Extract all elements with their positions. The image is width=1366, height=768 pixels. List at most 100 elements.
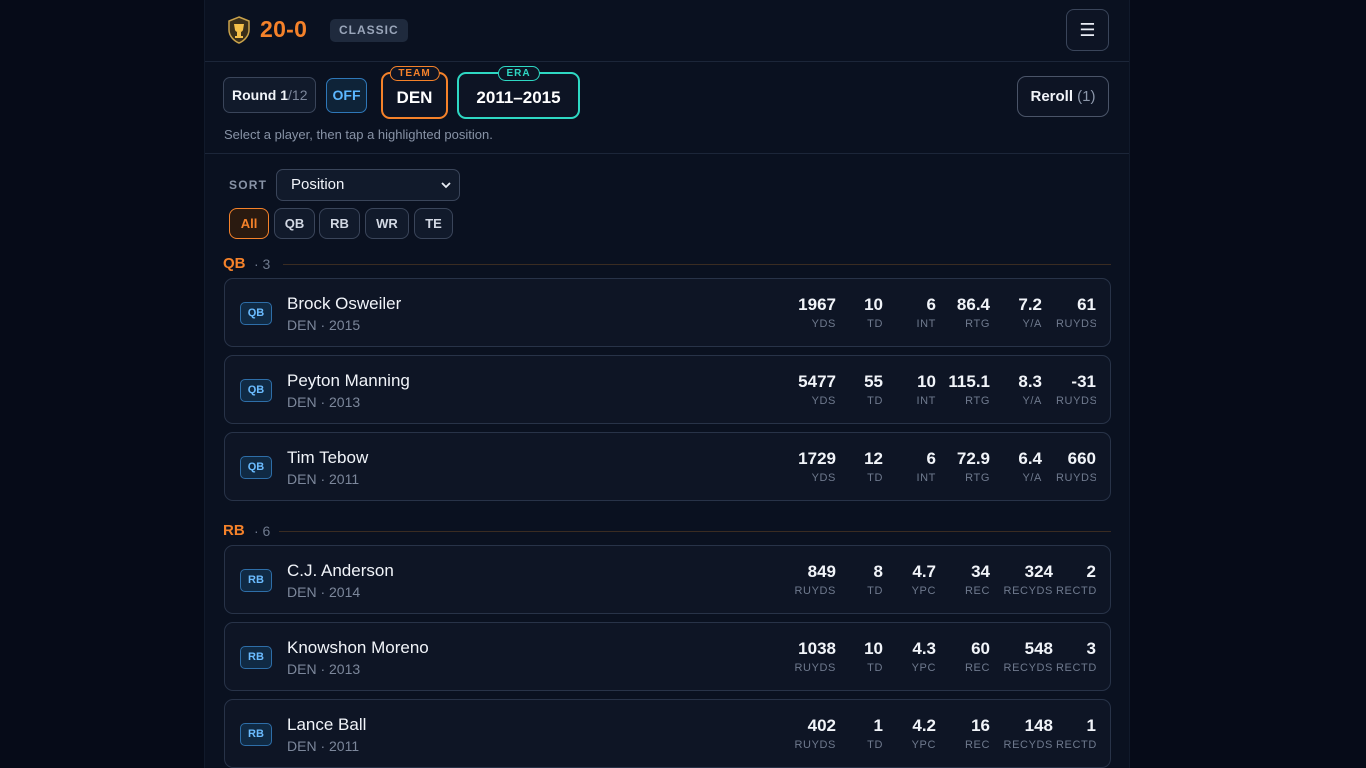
player-meta: DEN · 2013 <box>287 661 361 677</box>
stat-key: Y/A <box>1022 472 1042 484</box>
sort-label: SORT <box>229 178 268 192</box>
chevron-down-icon <box>441 182 451 189</box>
player-name: Lance Ball <box>287 715 367 734</box>
stat-value: 10 <box>864 639 883 658</box>
sort-selected-value: Position <box>291 176 345 193</box>
round-indicator: Round 1/12 <box>223 77 317 113</box>
era-pill: ERA 2011–2015 <box>457 66 580 119</box>
stat-value: 1729 <box>798 449 836 468</box>
player-name: Tim Tebow <box>287 448 369 467</box>
round-label: Round <box>232 87 277 103</box>
stat-cell: 61 RUYDS <box>1056 295 1096 330</box>
era-value: 2011–2015 <box>476 88 561 107</box>
filter-qb[interactable]: QB <box>274 208 315 239</box>
stat-key: RECYDS <box>1003 585 1053 597</box>
stat-key: Y/A <box>1022 395 1042 407</box>
player-meta: DEN · 2011 <box>287 471 360 487</box>
stat-value: 7.2 <box>1018 295 1042 314</box>
stat-cell: 148 RECYDS <box>1004 716 1053 751</box>
mode-badge: CLASSIC <box>330 19 408 42</box>
stat-value: 1 <box>1086 716 1096 735</box>
stat-value: 60 <box>971 639 990 658</box>
stat-key: RECTD <box>1056 662 1096 674</box>
stat-cell: 16 REC <box>965 716 990 751</box>
position-badge: QB <box>240 456 272 479</box>
filter-rb[interactable]: RB <box>319 208 360 239</box>
stat-key: TD <box>867 395 883 407</box>
stat-value: 548 <box>1024 639 1053 658</box>
stat-cell: 402 RUYDS <box>794 716 836 751</box>
filter-all[interactable]: All <box>229 208 269 239</box>
stat-value: 10 <box>864 295 883 314</box>
stat-cell: 1967 YDS <box>798 295 836 330</box>
stat-key: TD <box>867 585 883 597</box>
stat-cell: 4.2 YPC <box>912 716 936 751</box>
stat-cell: 10 TD <box>864 639 883 674</box>
player-row[interactable]: QB Brock Osweiler DEN · 2015 1967 YDS 10 T… <box>224 278 1111 347</box>
filter-te[interactable]: TE <box>414 208 453 239</box>
app-container: 20-0 CLASSIC ☰ Round 1/12 OFF TEAM DEN E… <box>204 0 1130 768</box>
stat-key: RECYDS <box>1003 739 1053 751</box>
stat-cell: 6 INT <box>916 449 936 484</box>
stat-cell: 86.4 RTG <box>957 295 990 330</box>
reroll-button[interactable]: Reroll (1) <box>1017 76 1109 117</box>
stat-cell: 2 RECTD <box>1056 562 1096 597</box>
position-badge: RB <box>240 569 272 592</box>
filter-wr[interactable]: WR <box>365 208 409 239</box>
stat-key: TD <box>867 662 883 674</box>
stat-key: TD <box>867 318 883 330</box>
stat-key: INT <box>916 318 936 330</box>
stat-cell: 1 RECTD <box>1056 716 1096 751</box>
stat-value: 4.3 <box>912 639 936 658</box>
stat-cell: 72.9 RTG <box>957 449 990 484</box>
era-tag: ERA <box>497 66 540 81</box>
stat-key: YDS <box>811 318 836 330</box>
stat-cell: 115.1 RTG <box>948 372 990 407</box>
reroll-count: (1) <box>1077 88 1096 105</box>
stat-key: RTG <box>965 318 990 330</box>
stat-value: 402 <box>807 716 836 735</box>
stat-value: 6 <box>926 295 936 314</box>
player-row[interactable]: RB Lance Ball DEN · 2011 402 RUYDS 1 TD 4.… <box>224 699 1111 768</box>
stat-value: 12 <box>864 449 883 468</box>
stat-value: 10 <box>917 372 936 391</box>
stat-value: 115.1 <box>948 372 990 391</box>
group-name: RB <box>223 522 245 539</box>
menu-button[interactable]: ☰ <box>1066 9 1109 51</box>
team-value: DEN <box>396 88 433 107</box>
stat-key: RTG <box>965 472 990 484</box>
stat-value: 6 <box>926 449 936 468</box>
stat-cell: 10 TD <box>864 295 883 330</box>
stat-cell: 55 TD <box>864 372 883 407</box>
stat-key: RUYDS <box>1056 395 1096 407</box>
group-divider <box>279 531 1111 532</box>
stat-value: 34 <box>971 562 990 581</box>
stat-cell: 60 REC <box>965 639 990 674</box>
stat-value: 8.3 <box>1018 372 1042 391</box>
stat-key: RUYDS <box>1056 318 1096 330</box>
player-row[interactable]: RB C.J. Anderson DEN · 2014 849 RUYDS 8 TD… <box>224 545 1111 614</box>
stat-key: REC <box>964 662 990 674</box>
sort-select[interactable]: Position <box>276 169 460 201</box>
stat-value: 72.9 <box>956 449 990 468</box>
stat-cell: 1 TD <box>867 716 883 751</box>
stat-value: 86.4 <box>956 295 990 314</box>
stat-key: TD <box>867 472 883 484</box>
player-row[interactable]: QB Tim Tebow DEN · 2011 1729 YDS 12 TD 6 IN… <box>224 432 1111 501</box>
player-row[interactable]: QB Peyton Manning DEN · 2013 5477 YDS 55 T… <box>224 355 1111 424</box>
group-count: · 6 <box>254 523 271 539</box>
stat-value: 1967 <box>798 295 836 314</box>
position-badge: QB <box>240 379 272 402</box>
stat-cell: 6.4 Y/A <box>1018 449 1042 484</box>
stat-key: RTG <box>965 395 990 407</box>
player-name: Peyton Manning <box>287 371 410 390</box>
player-meta: DEN · 2011 <box>287 738 360 754</box>
player-row[interactable]: RB Knowshon Moreno DEN · 2013 1038 RUYDS … <box>224 622 1111 691</box>
side-toggle[interactable]: OFF <box>326 78 367 113</box>
stat-value: 1038 <box>798 639 836 658</box>
stat-value: 2 <box>1086 562 1096 581</box>
stat-value: 6.4 <box>1018 449 1042 468</box>
stat-key: RECYDS <box>1003 662 1053 674</box>
stat-value: 8 <box>873 562 883 581</box>
stat-cell: 660 RUYDS <box>1056 449 1096 484</box>
